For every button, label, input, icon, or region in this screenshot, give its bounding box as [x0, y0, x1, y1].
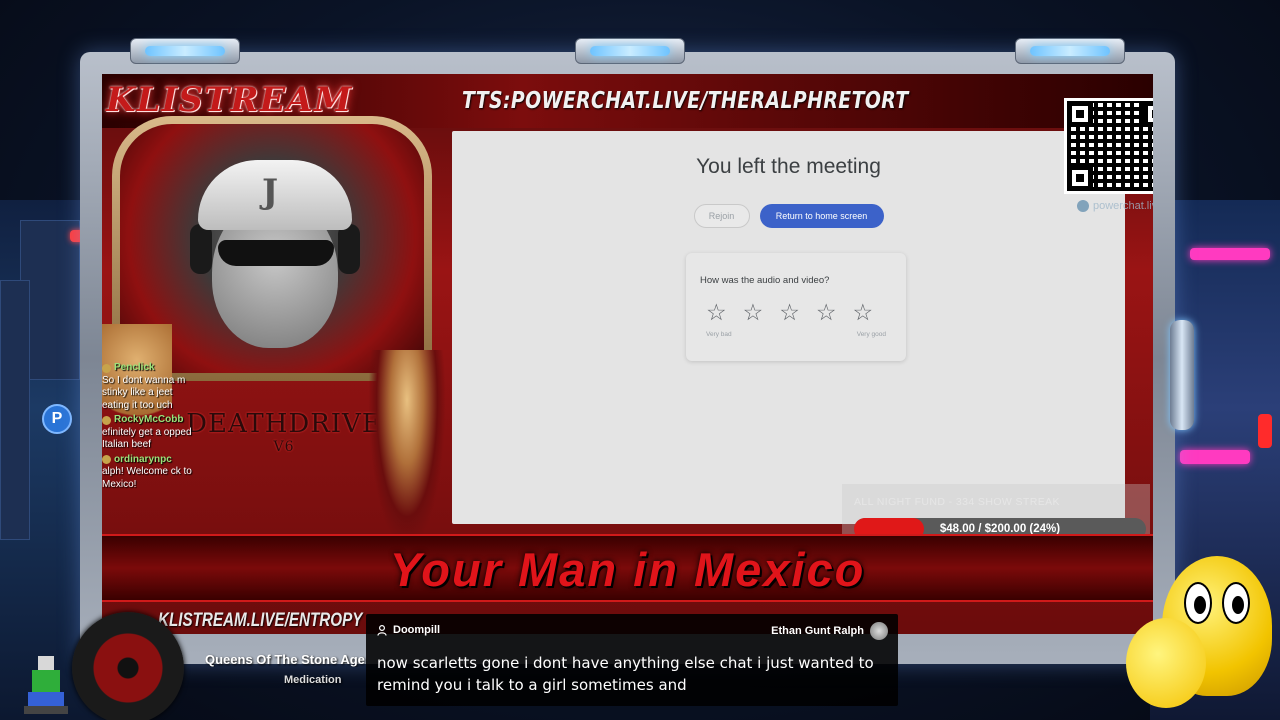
- chat-overlay: Penclick So I dont wanna m stinky like a…: [102, 362, 202, 493]
- frame-cap-right: [1015, 38, 1125, 64]
- stream-logo: KLISTREAM: [106, 80, 353, 120]
- star-outline-icon[interactable]: ☆: [779, 301, 800, 324]
- chat-user-icon: [102, 455, 111, 465]
- tts-message-text: now scarletts gone i dont have anything …: [377, 654, 874, 694]
- chat-user: RockyMcCobb: [102, 414, 202, 427]
- character-art-right: [368, 350, 446, 550]
- star-outline-icon[interactable]: ☆: [706, 301, 727, 324]
- fund-title: ALL NIGHT FUND - 334 SHOW STREAK: [854, 496, 1060, 508]
- lower-banner: Your Man in Mexico: [102, 534, 1153, 602]
- song-title: Queens Of The Stone Age: [205, 652, 365, 667]
- star-rating: ☆ ☆ ☆ ☆ ☆: [706, 301, 873, 324]
- star-outline-icon[interactable]: ☆: [743, 301, 764, 324]
- chat-user: ordinarynpc: [102, 454, 202, 467]
- song-subtitle: Medication: [284, 674, 342, 686]
- cap-hat: J: [198, 160, 352, 230]
- meeting-ended-panel: You left the meeting Rejoin Return to ho…: [452, 131, 1125, 524]
- tts-url: TTS:POWERCHAT.LIVE/THERALPHRETORT: [462, 88, 909, 114]
- chat-user-icon: [102, 415, 111, 425]
- return-home-button[interactable]: Return to home screen: [759, 204, 884, 228]
- frame-cap-center: [575, 38, 685, 64]
- tts-target: Ethan Gunt Ralph: [771, 622, 888, 640]
- rating-low-label: Very bad: [706, 331, 732, 338]
- vinyl-record-icon: [72, 612, 184, 720]
- rejoin-button[interactable]: Rejoin: [693, 204, 750, 228]
- stream-overlay-frame: KLISTREAM TTS:POWERCHAT.LIVE/THERALPHRET…: [80, 38, 1175, 664]
- star-outline-icon[interactable]: ☆: [816, 301, 837, 324]
- chat-user-icon: [102, 363, 111, 373]
- tts-message-box: Doompill Ethan Gunt Ralph now scarletts …: [366, 614, 898, 706]
- user-icon: [377, 624, 387, 636]
- rating-high-label: Very good: [856, 331, 886, 338]
- chat-message: alph! Welcome ck to Mexico!: [102, 466, 192, 490]
- chat-message: So I dont wanna m stinky like a jeet eat…: [102, 374, 186, 411]
- frame-pillar-right: [1170, 320, 1194, 430]
- tts-sender: Doompill: [377, 624, 440, 636]
- tagline: KLISTREAM.LIVE/ENTROPY: [158, 610, 363, 631]
- powerchat-icon: [1077, 200, 1089, 212]
- frame-cap-left: [130, 38, 240, 64]
- chat-user: Penclick: [102, 362, 202, 375]
- feedback-question: How was the audio and video?: [700, 275, 830, 286]
- yellow-mascot-icon: [1126, 548, 1280, 720]
- chat-message: efinitely get a opped Italian beef: [102, 426, 192, 451]
- qr-code: [1064, 98, 1153, 194]
- meeting-title: You left the meeting: [696, 155, 881, 178]
- powerchat-label: powerchat.live: [1077, 200, 1153, 212]
- pixel-character-icon: [22, 656, 70, 716]
- frame-inner: KLISTREAM TTS:POWERCHAT.LIVE/THERALPHRET…: [102, 74, 1153, 634]
- p-badge-icon: P: [42, 404, 72, 434]
- star-outline-icon[interactable]: ☆: [853, 301, 874, 324]
- headline: Your Man in Mexico: [389, 543, 866, 596]
- meeting-actions: Rejoin Return to home screen: [452, 204, 1125, 228]
- avatar: [870, 622, 888, 640]
- feedback-card: How was the audio and video? ☆ ☆ ☆ ☆ ☆ V…: [686, 253, 906, 361]
